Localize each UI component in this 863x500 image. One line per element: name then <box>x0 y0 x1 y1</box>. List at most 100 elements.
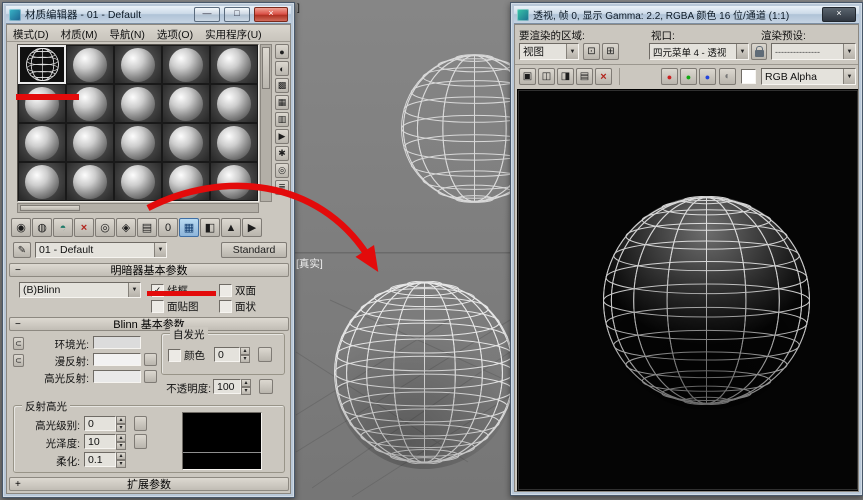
material-slot-20[interactable] <box>210 162 258 201</box>
material-slot-5[interactable] <box>210 45 258 84</box>
glossiness-spinner[interactable]: ▴ ▾ <box>116 434 126 450</box>
material-slot-2[interactable] <box>66 45 114 84</box>
opacity-value-field[interactable]: 100 <box>213 379 241 394</box>
face-map-checkbox[interactable]: 面贴图 <box>151 299 199 314</box>
soften-field[interactable]: 0.1 <box>84 452 116 467</box>
material-slot-10[interactable] <box>210 84 258 123</box>
edit-region-button[interactable]: ⊡ <box>583 43 600 60</box>
select-by-material-button[interactable]: ◎ <box>275 163 289 178</box>
show-shaded-material-in-viewport-button[interactable]: ▦ <box>179 218 199 237</box>
spin-down-icon[interactable]: ▾ <box>241 387 251 395</box>
maximize-button[interactable]: □ <box>224 7 250 22</box>
glossiness-field[interactable]: 10 <box>84 434 116 449</box>
ambient-diffuse-lock-button[interactable]: ⊂ <box>13 337 24 350</box>
material-slot-16[interactable] <box>18 162 66 201</box>
clear-button[interactable]: × <box>595 68 612 85</box>
backlight-button[interactable]: ◐ <box>275 61 289 76</box>
go-to-parent-button[interactable]: ▲ <box>221 218 241 237</box>
sample-uv-tiling-button[interactable]: ▦ <box>275 95 289 110</box>
spin-up-icon[interactable]: ▴ <box>241 379 251 387</box>
background-color-swatch[interactable] <box>741 69 756 84</box>
rollout-blinn-basic[interactable]: − Blinn 基本参数 <box>9 317 289 331</box>
diffuse-map-button[interactable] <box>144 353 157 366</box>
save-image-button[interactable]: ▣ <box>519 68 536 85</box>
material-slot-3[interactable] <box>114 45 162 84</box>
menu-utilities[interactable]: 实用程序(U) <box>199 26 268 43</box>
material-slot-8[interactable] <box>114 84 162 123</box>
self-illum-spinner[interactable]: ▴ ▾ <box>240 347 250 363</box>
material-slot-18[interactable] <box>114 162 162 201</box>
rollout-extended[interactable]: + 扩展参数 <box>9 477 289 491</box>
specular-level-map-button[interactable] <box>134 416 147 431</box>
put-material-to-scene-button[interactable]: ◍ <box>32 218 52 237</box>
spin-up-icon[interactable]: ▴ <box>116 416 126 424</box>
spin-down-icon[interactable]: ▾ <box>116 460 126 468</box>
assign-material-to-selection-button[interactable]: ◓ <box>53 218 73 237</box>
material-slot-15[interactable] <box>210 123 258 162</box>
self-illum-map-button[interactable] <box>258 347 272 362</box>
opacity-map-button[interactable] <box>259 379 273 394</box>
material-id-channel-button[interactable]: 0 <box>158 218 178 237</box>
rendered-image-canvas[interactable] <box>517 89 859 491</box>
channel-display-dropdown[interactable]: RGB Alpha ▼ <box>761 68 856 85</box>
material-slot-12[interactable] <box>66 123 114 162</box>
green-channel-button[interactable]: ● <box>680 68 697 85</box>
specular-color-swatch[interactable] <box>93 370 141 383</box>
red-channel-button[interactable]: ● <box>661 68 678 85</box>
specular-level-spinner[interactable]: ▴ ▾ <box>116 416 126 432</box>
render-area-dropdown[interactable]: 视图 ▼ <box>519 43 579 60</box>
material-slot-13[interactable] <box>114 123 162 162</box>
make-unique-button[interactable]: ◈ <box>116 218 136 237</box>
scrollbar-thumb[interactable] <box>262 47 270 89</box>
menu-material[interactable]: 材质(M) <box>55 26 104 43</box>
spin-up-icon[interactable]: ▴ <box>116 434 126 442</box>
shader-type-dropdown[interactable]: (B)Blinn ▼ <box>19 282 141 298</box>
two-sided-checkbox[interactable]: 双面 <box>219 283 256 298</box>
render-window-titlebar[interactable]: 透视, 帧 0, 显示 Gamma: 2.2, RGBA 颜色 16 位/通道 … <box>514 6 859 24</box>
spin-up-icon[interactable]: ▴ <box>116 452 126 460</box>
material-slot-17[interactable] <box>66 162 114 201</box>
clone-render-frame-button[interactable]: ◨ <box>557 68 574 85</box>
viewport-sphere-main[interactable] <box>333 281 516 469</box>
ambient-color-swatch[interactable] <box>93 336 141 349</box>
diffuse-color-swatch[interactable] <box>93 353 141 366</box>
auto-region-button[interactable]: ⊞ <box>602 43 619 60</box>
go-forward-to-sibling-button[interactable]: ▶ <box>242 218 262 237</box>
self-illum-value-field[interactable]: 0 <box>214 347 240 362</box>
make-preview-button[interactable]: ▶ <box>275 129 289 144</box>
render-preset-dropdown[interactable]: --------------- ▼ <box>771 43 856 60</box>
self-illum-color-checkbox[interactable]: 颜色 <box>168 348 205 363</box>
faceted-checkbox[interactable]: 面状 <box>219 299 256 314</box>
get-material-button[interactable]: ◉ <box>11 218 31 237</box>
material-map-navigator-button[interactable]: ≣ <box>275 180 289 195</box>
material-slot-7[interactable] <box>66 84 114 123</box>
material-name-dropdown[interactable]: 01 - Default ▼ <box>35 242 167 258</box>
alpha-channel-button[interactable]: ◐ <box>719 68 736 85</box>
material-slot-14[interactable] <box>162 123 210 162</box>
sample-type-button[interactable]: ● <box>275 44 289 59</box>
material-slot-6[interactable] <box>18 84 66 123</box>
material-slot-11[interactable] <box>18 123 66 162</box>
viewport-dropdown[interactable]: 四元菜单 4 - 透视 ▼ <box>649 43 749 60</box>
spin-down-icon[interactable]: ▾ <box>116 442 126 450</box>
print-image-button[interactable]: ▤ <box>576 68 593 85</box>
video-color-check-button[interactable]: ▥ <box>275 112 289 127</box>
menu-options[interactable]: 选项(O) <box>151 26 199 43</box>
minimize-button[interactable]: — <box>194 7 220 22</box>
material-slot-1[interactable] <box>18 45 66 84</box>
spin-down-icon[interactable]: ▾ <box>240 355 250 363</box>
specular-level-field[interactable]: 0 <box>84 416 116 431</box>
opacity-spinner[interactable]: ▴ ▾ <box>241 379 251 395</box>
put-to-library-button[interactable]: ▤ <box>137 218 157 237</box>
menu-navigation[interactable]: 导航(N) <box>103 26 151 43</box>
rollout-shader-basic[interactable]: − 明暗器基本参数 <box>9 263 289 277</box>
close-button[interactable]: × <box>822 7 856 22</box>
slots-vertical-scrollbar[interactable] <box>260 44 272 202</box>
wire-checkbox[interactable]: ✓ 线框 <box>151 283 188 298</box>
glossiness-map-button[interactable] <box>134 434 147 449</box>
close-button[interactable]: × <box>254 7 288 22</box>
make-material-copy-button[interactable]: ◎ <box>95 218 115 237</box>
spin-down-icon[interactable]: ▾ <box>116 424 126 432</box>
material-slot-4[interactable] <box>162 45 210 84</box>
background-button[interactable]: ▩ <box>275 78 289 93</box>
